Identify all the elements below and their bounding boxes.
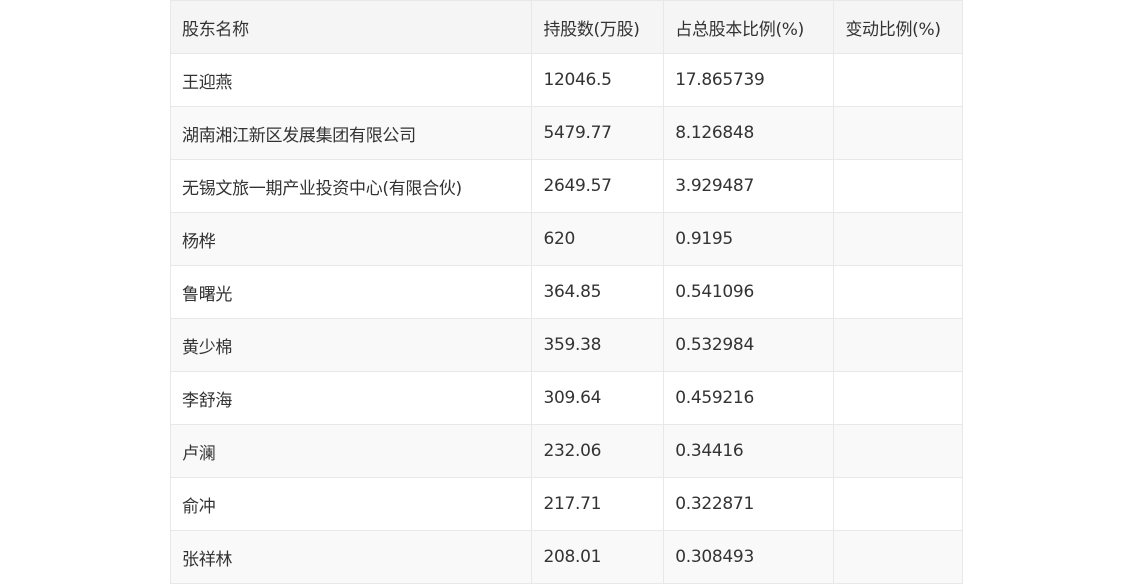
header-shareholder-name: 股东名称 bbox=[169, 0, 533, 54]
cell-shares-held: 12046.5 bbox=[531, 53, 665, 107]
cell-shares-held: 364.85 bbox=[531, 265, 665, 319]
cell-shares-held: 217.71 bbox=[531, 477, 665, 531]
cell-shares-held: 208.01 bbox=[531, 530, 665, 584]
cell-shareholder-name: 卢澜 bbox=[169, 424, 533, 478]
cell-change-ratio bbox=[833, 106, 963, 160]
table-header: 股东名称 持股数(万股) 占总股本比例(%) 变动比例(%) bbox=[169, 0, 963, 54]
table-row: 湖南湘江新区发展集团有限公司 5479.77 8.126848 bbox=[169, 106, 963, 160]
cell-shares-held: 5479.77 bbox=[531, 106, 665, 160]
cell-share-ratio: 3.929487 bbox=[663, 159, 835, 213]
cell-shareholder-name: 李舒海 bbox=[169, 371, 533, 425]
cell-shareholder-name: 鲁曙光 bbox=[169, 265, 533, 319]
cell-share-ratio: 0.459216 bbox=[663, 371, 835, 425]
cell-shares-held: 359.38 bbox=[531, 318, 665, 372]
cell-share-ratio: 17.865739 bbox=[663, 53, 835, 107]
table-row: 黄少棉 359.38 0.532984 bbox=[169, 318, 963, 372]
cell-change-ratio bbox=[833, 159, 963, 213]
cell-change-ratio bbox=[833, 424, 963, 478]
cell-share-ratio: 8.126848 bbox=[663, 106, 835, 160]
cell-shareholder-name: 俞冲 bbox=[169, 477, 533, 531]
cell-shares-held: 232.06 bbox=[531, 424, 665, 478]
cell-shareholder-name: 杨桦 bbox=[169, 212, 533, 266]
cell-share-ratio: 0.532984 bbox=[663, 318, 835, 372]
cell-shares-held: 2649.57 bbox=[531, 159, 665, 213]
table-body: 王迎燕 12046.5 17.865739 湖南湘江新区发展集团有限公司 547… bbox=[169, 53, 963, 584]
cell-share-ratio: 0.541096 bbox=[663, 265, 835, 319]
table-row: 鲁曙光 364.85 0.541096 bbox=[169, 265, 963, 319]
shareholders-table: 股东名称 持股数(万股) 占总股本比例(%) 变动比例(%) 王迎燕 12046… bbox=[169, 0, 963, 584]
cell-shares-held: 309.64 bbox=[531, 371, 665, 425]
cell-change-ratio bbox=[833, 530, 963, 584]
cell-share-ratio: 0.308493 bbox=[663, 530, 835, 584]
table-row: 俞冲 217.71 0.322871 bbox=[169, 477, 963, 531]
table-row: 王迎燕 12046.5 17.865739 bbox=[169, 53, 963, 107]
cell-change-ratio bbox=[833, 53, 963, 107]
cell-shareholder-name: 湖南湘江新区发展集团有限公司 bbox=[169, 106, 533, 160]
cell-change-ratio bbox=[833, 371, 963, 425]
table-row: 李舒海 309.64 0.459216 bbox=[169, 371, 963, 425]
cell-shareholder-name: 张祥林 bbox=[169, 530, 533, 584]
header-change-ratio: 变动比例(%) bbox=[833, 0, 963, 54]
cell-shareholder-name: 无锡文旅一期产业投资中心(有限合伙) bbox=[169, 159, 533, 213]
header-row: 股东名称 持股数(万股) 占总股本比例(%) 变动比例(%) bbox=[169, 0, 963, 54]
table-row: 卢澜 232.06 0.34416 bbox=[169, 424, 963, 478]
cell-change-ratio bbox=[833, 265, 963, 319]
cell-share-ratio: 0.9195 bbox=[663, 212, 835, 266]
cell-change-ratio bbox=[833, 212, 963, 266]
cell-change-ratio bbox=[833, 318, 963, 372]
header-shares-held: 持股数(万股) bbox=[531, 0, 665, 54]
table-row: 杨桦 620 0.9195 bbox=[169, 212, 963, 266]
cell-shareholder-name: 黄少棉 bbox=[169, 318, 533, 372]
cell-share-ratio: 0.322871 bbox=[663, 477, 835, 531]
table-row: 无锡文旅一期产业投资中心(有限合伙) 2649.57 3.929487 bbox=[169, 159, 963, 213]
cell-shares-held: 620 bbox=[531, 212, 665, 266]
cell-shareholder-name: 王迎燕 bbox=[169, 53, 533, 107]
cell-share-ratio: 0.34416 bbox=[663, 424, 835, 478]
cell-change-ratio bbox=[833, 477, 963, 531]
table-row: 张祥林 208.01 0.308493 bbox=[169, 530, 963, 584]
header-share-ratio: 占总股本比例(%) bbox=[663, 0, 835, 54]
